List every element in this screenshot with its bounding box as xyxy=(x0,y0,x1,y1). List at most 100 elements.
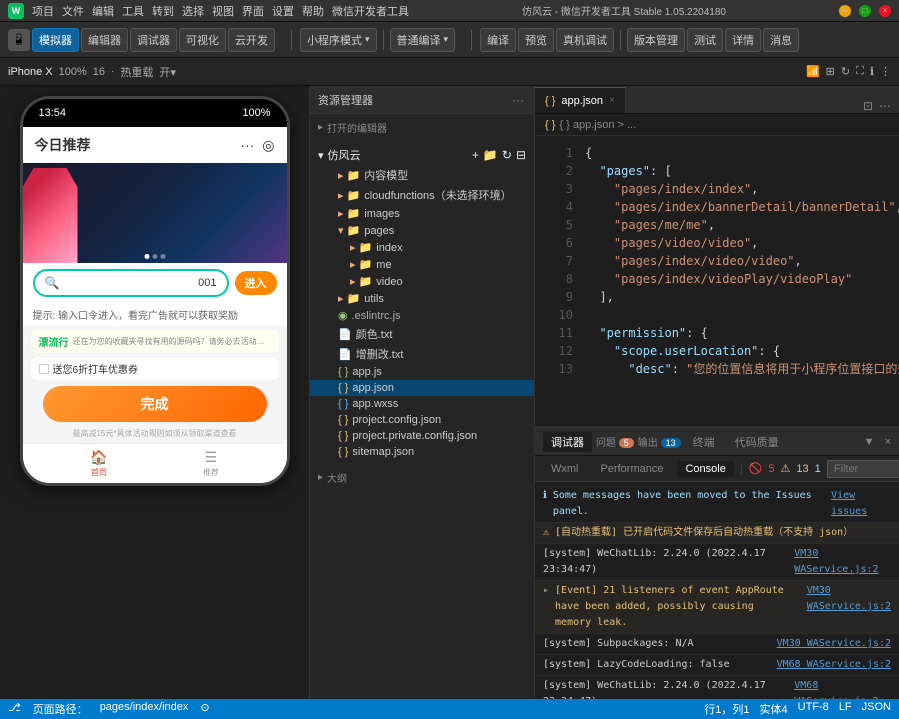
action-group: 编译 预览 真机调试 版本管理 测试 详情 消息 xyxy=(480,28,799,52)
folder-content-model[interactable]: ▸ 📁 内容模型 xyxy=(310,165,534,185)
page-path-value[interactable]: pages/index/index xyxy=(100,701,189,717)
menu-file[interactable]: 文件 xyxy=(62,3,84,19)
file-appjson[interactable]: { } app.json xyxy=(310,380,534,396)
console-tab-debugger[interactable]: 调试器 xyxy=(543,432,592,452)
console-tab-quality[interactable]: 代码质量 xyxy=(727,432,787,452)
folder-cloudfunctions[interactable]: ▸ 📁 cloudfunctions（未选择环境） xyxy=(310,185,534,205)
language-mode[interactable]: JSON xyxy=(862,701,891,717)
tab-recommend[interactable]: ☰ 推荐 xyxy=(203,449,219,478)
tab-close-icon[interactable]: × xyxy=(609,95,615,106)
maximize-button[interactable]: □ xyxy=(859,5,871,17)
folder-me[interactable]: ▸ 📁 me xyxy=(310,256,534,273)
minimize-button[interactable]: ─ xyxy=(839,5,851,17)
more-editor-icon[interactable]: ⋯ xyxy=(879,99,891,113)
open-dropdown[interactable]: 开▾ xyxy=(159,64,176,80)
quick-open-header[interactable]: ▸ 打开的编辑器 xyxy=(310,118,534,137)
menu-goto[interactable]: 转到 xyxy=(152,3,174,19)
scan-icon[interactable]: ⊞ xyxy=(826,65,835,78)
details-btn[interactable]: 详情 xyxy=(725,28,761,52)
collapse-icon[interactable]: ⊟ xyxy=(516,148,526,162)
rotate-icon[interactable]: ↻ xyxy=(841,65,850,78)
menu-view[interactable]: 视图 xyxy=(212,3,234,19)
main-layout: 13:54 100% 今日推荐 ··· ◎ xyxy=(0,86,899,699)
publish-btn[interactable]: 云开发 xyxy=(228,28,275,52)
filetree-header: 资源管理器 ··· xyxy=(310,86,534,114)
device-mode-btn[interactable]: 小程序模式 ▾ xyxy=(300,28,377,52)
ad-banner[interactable]: 漂流行 还在为您的收藏夹寻找有用的源码吗？请务必去活动地址领取最新资源 xyxy=(31,330,279,353)
folder-video[interactable]: ▸ 📁 video xyxy=(310,273,534,290)
editor-breadcrumb: { } { } app.json > ... xyxy=(535,114,899,136)
new-folder-icon[interactable]: 📁 xyxy=(483,148,498,162)
menu-tools[interactable]: 工具 xyxy=(122,3,144,19)
editor-btn[interactable]: 编辑器 xyxy=(81,28,128,52)
test-btn[interactable]: 测试 xyxy=(687,28,723,52)
filetree-menu-icon[interactable]: ··· xyxy=(510,92,526,108)
phone-banner[interactable] xyxy=(23,163,287,263)
visual-btn[interactable]: 可视化 xyxy=(179,28,226,52)
folder-utils[interactable]: ▸ 📁 utils xyxy=(310,290,534,307)
vm30-link2[interactable]: VM30 WAService.js:2 xyxy=(807,583,891,631)
file-crud[interactable]: 📄 增删改.txt xyxy=(310,344,534,364)
menu-help[interactable]: 帮助 xyxy=(302,3,324,19)
file-appjs[interactable]: { } app.js xyxy=(310,364,534,380)
console-close-icon[interactable]: × xyxy=(885,436,891,448)
tab-appjson-label: app.json xyxy=(561,95,603,107)
coupon-checkbox[interactable] xyxy=(39,364,49,374)
outline-section[interactable]: ▸ 大纲 xyxy=(310,468,534,487)
folder-index[interactable]: ▸ 📁 index xyxy=(310,239,534,256)
complete-button[interactable]: 完成 xyxy=(43,386,267,422)
new-file-icon[interactable]: + xyxy=(472,148,479,162)
preview-btn[interactable]: 预览 xyxy=(518,28,554,52)
refresh-icon[interactable]: ↻ xyxy=(502,148,512,162)
vm30-link3[interactable]: VM30 WAService.js:2 xyxy=(777,636,891,652)
folder-pages[interactable]: ▾ 📁 pages xyxy=(310,222,534,239)
menu-project[interactable]: 项目 xyxy=(32,3,54,19)
console-collapse-icon[interactable]: ▼ xyxy=(864,436,875,448)
performance-tab[interactable]: Performance xyxy=(593,461,672,477)
file-color[interactable]: 📄 颜色.txt xyxy=(310,324,534,344)
real-machine-btn[interactable]: 真机调试 xyxy=(556,28,614,52)
info-icon[interactable]: ℹ xyxy=(870,65,874,78)
menu-settings[interactable]: 设置 xyxy=(272,3,294,19)
version-btn[interactable]: 版本管理 xyxy=(627,28,685,52)
messages-btn[interactable]: 消息 xyxy=(763,28,799,52)
split-editor-icon[interactable]: ⊡ xyxy=(863,99,873,113)
wxml-tab[interactable]: Wxml xyxy=(543,461,587,477)
target-icon[interactable]: ◎ xyxy=(262,137,274,154)
compile-btn[interactable]: 编译 xyxy=(480,28,516,52)
line-num: 4 xyxy=(543,198,573,216)
more-icon[interactable]: ··· xyxy=(240,137,254,154)
menu-edit[interactable]: 编辑 xyxy=(92,3,114,19)
close-button[interactable]: × xyxy=(879,5,891,17)
menu-select[interactable]: 选择 xyxy=(182,3,204,19)
coupon-row[interactable]: 送您6折打车优惠券 xyxy=(31,357,279,380)
file-projectprivateconfig[interactable]: { } project.private.config.json xyxy=(310,428,534,444)
compile-mode-btn[interactable]: 普通编译 ▾ xyxy=(390,28,456,52)
folder-images[interactable]: ▸ 📁 images xyxy=(310,205,534,222)
console-tab-problems[interactable]: 问题 5 xyxy=(596,434,634,449)
console-tab-main[interactable]: Console xyxy=(677,461,733,477)
console-tab-terminal[interactable]: 终端 xyxy=(685,432,723,452)
debugger-btn[interactable]: 调试器 xyxy=(130,28,177,52)
file-sitemap[interactable]: { } sitemap.json xyxy=(310,444,534,460)
menu-interface[interactable]: 界面 xyxy=(242,3,264,19)
menu-devtools[interactable]: 微信开发者工具 xyxy=(332,3,409,19)
grid-icon[interactable]: ⋮ xyxy=(880,65,891,78)
tab-home[interactable]: 🏠 首页 xyxy=(90,449,107,478)
vm68-link2[interactable]: VM68 WAService.js:2 xyxy=(794,678,891,699)
project-header[interactable]: ▾ 仿风云 + 📁 ↻ ⊟ xyxy=(310,145,534,165)
search-input-wrapper[interactable]: 🔍 001 xyxy=(33,269,229,297)
vm30-link[interactable]: VM30 WAService.js:2 xyxy=(794,546,891,578)
view-issues-link[interactable]: View issues xyxy=(831,488,891,520)
file-eslintrc[interactable]: ◉ .eslintrc.js xyxy=(310,307,534,324)
file-projectconfig[interactable]: { } project.config.json xyxy=(310,412,534,428)
vm68-link[interactable]: VM68 WAService.js:2 xyxy=(777,657,891,673)
tab-appjson[interactable]: { } app.json × xyxy=(535,87,626,113)
console-filter-input[interactable] xyxy=(827,460,899,478)
file-appwxss[interactable]: { } app.wxss xyxy=(310,396,534,412)
simulator-btn[interactable]: 模拟器 xyxy=(32,28,79,52)
console-tab-output[interactable]: 输出 13 xyxy=(638,434,681,449)
fullscreen-icon[interactable]: ⛶ xyxy=(856,65,864,78)
search-enter-btn[interactable]: 进入 xyxy=(235,271,277,295)
expand-icon[interactable]: ▸ xyxy=(543,583,549,631)
